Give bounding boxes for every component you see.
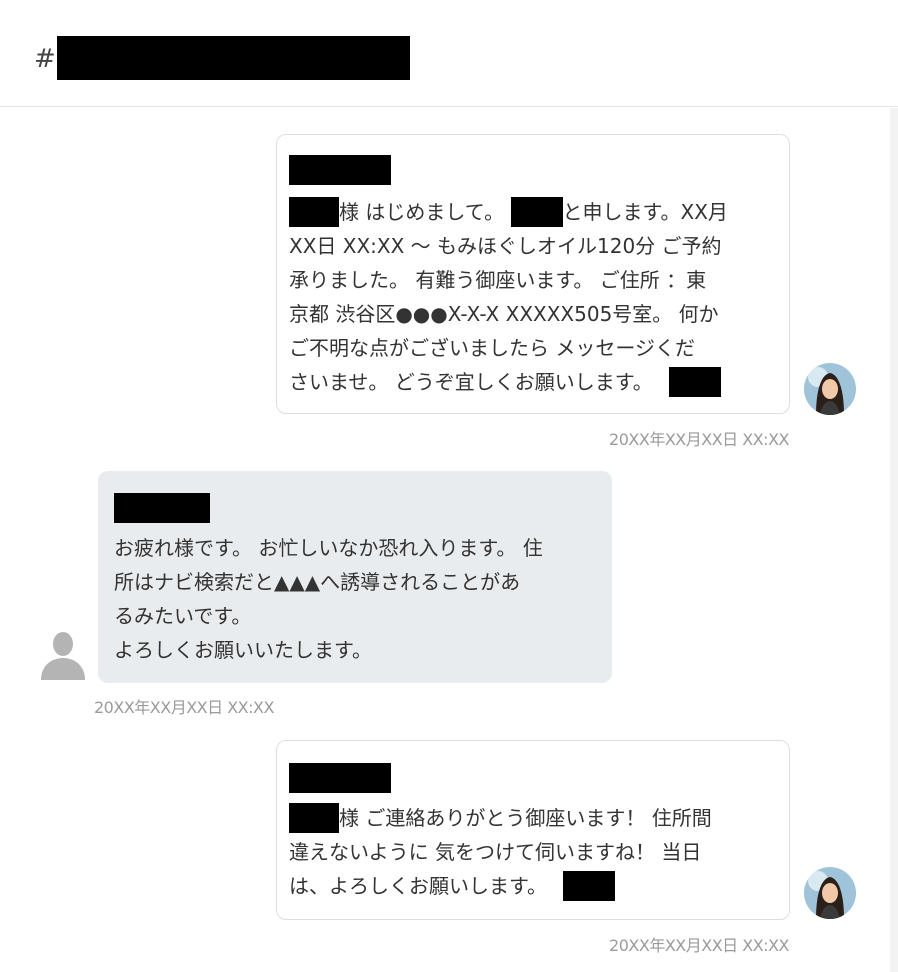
message-text: と申します。XX月	[562, 200, 728, 224]
redacted-name	[289, 802, 339, 833]
redacted-name	[289, 196, 339, 227]
message-line: るみたいです。	[114, 604, 252, 628]
redacted-sender-name	[289, 763, 391, 793]
message-bubble-incoming: お疲れ様です。 お忙しいなか恐れ入ります。 住 所はナビ検索だと▲▲▲へ誘導され…	[98, 471, 612, 683]
message-bubble-outgoing: 様 はじめまして。 と申します。XX月 XX日 XX:XX 〜 もみほぐしオイル…	[276, 134, 790, 414]
redacted-name	[510, 196, 563, 227]
message-line: 様 ご連絡ありがとう御座います！ 住所間	[289, 801, 789, 835]
message-line: は、よろしくお願いします。	[289, 869, 789, 903]
channel-hash: #	[34, 44, 56, 74]
message-line: さいませ。 どうぞ宜しくお願いします。	[289, 365, 789, 399]
message-line: よろしくお願いいたします。	[114, 638, 372, 662]
redacted-signature	[563, 870, 616, 901]
agent-avatar[interactable]	[804, 867, 856, 919]
agent-avatar[interactable]	[804, 363, 856, 415]
woman-avatar-icon	[804, 363, 856, 415]
person-silhouette-icon	[41, 632, 85, 680]
message-timestamp: 20XX年XX月XX日 XX:XX	[609, 936, 789, 955]
message-bubble-outgoing: 様 ご連絡ありがとう御座います！ 住所間 違えないように 気をつけて伺いますね！…	[276, 740, 790, 920]
redacted-sender-name	[289, 155, 391, 185]
redacted-signature	[669, 366, 722, 397]
message-line: XX日 XX:XX 〜 もみほぐしオイル120分 ご予約	[289, 234, 722, 258]
user-avatar[interactable]	[37, 628, 89, 680]
message-text: は、よろしくお願いします。	[289, 874, 547, 898]
woman-avatar-icon	[804, 867, 856, 919]
message-text: 様 ご連絡ありがとう御座います！ 住所間	[339, 806, 712, 830]
redacted-sender-name	[114, 493, 210, 523]
redacted-channel-name	[57, 36, 410, 80]
message-line: 違えないように 気をつけて伺いますね！ 当日	[289, 840, 702, 864]
message-timestamp: 20XX年XX月XX日 XX:XX	[609, 430, 789, 449]
message-line: 所はナビ検索だと▲▲▲へ誘導されることがあ	[114, 570, 521, 594]
message-text: さいませ。 どうぞ宜しくお願いします。	[289, 370, 653, 394]
scrollbar-track[interactable]	[890, 108, 898, 972]
message-line: 承りました。 有難う御座います。 ご住所 ：東	[289, 268, 707, 292]
chat-header: #	[0, 0, 898, 107]
message-text: 様 はじめまして。	[339, 200, 505, 224]
message-line: 様 はじめまして。 と申します。XX月	[289, 195, 789, 229]
message-line: お疲れ様です。 お忙しいなか恐れ入ります。 住	[114, 536, 543, 560]
message-line: ご不明な点がございましたら メッセージくだ	[289, 336, 695, 360]
message-timestamp: 20XX年XX月XX日 XX:XX	[94, 698, 274, 717]
message-line: 京都 渋谷区●●●X-X-X XXXXX505号室。 何か	[289, 302, 719, 326]
